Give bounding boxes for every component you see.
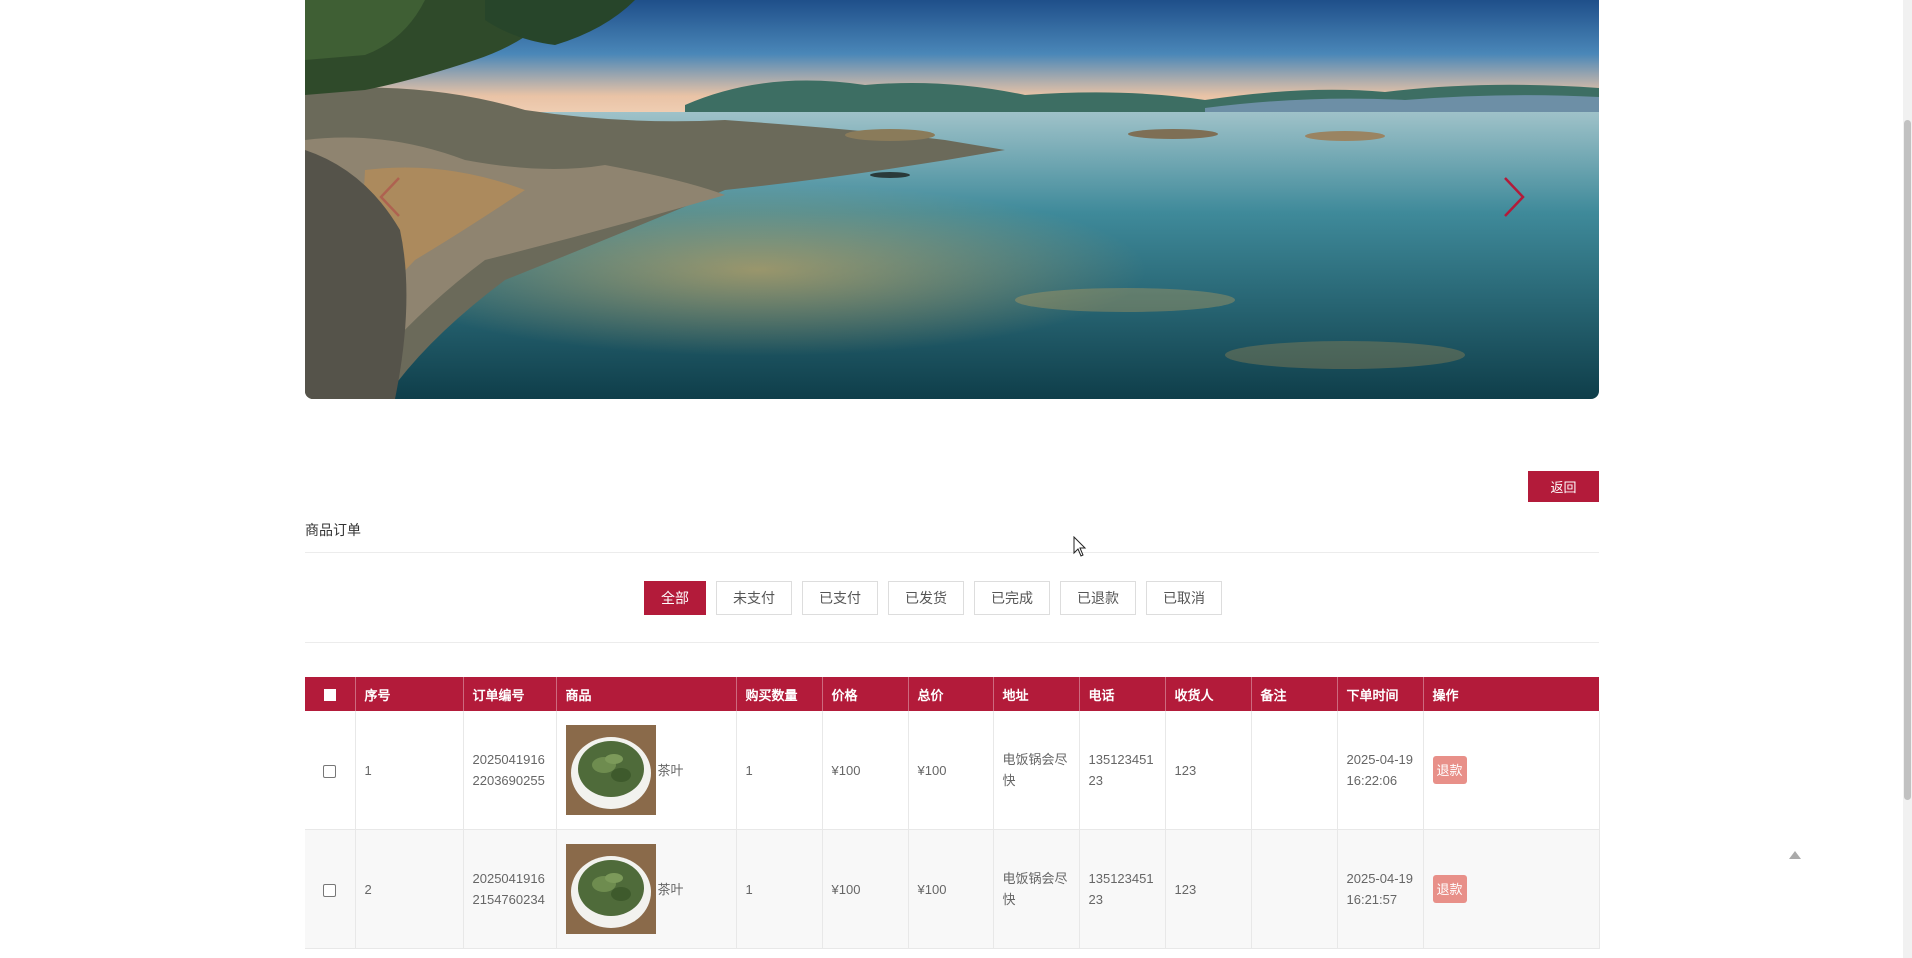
header-address: 地址 xyxy=(993,677,1080,711)
cell-total: ¥100 xyxy=(908,711,994,830)
carousel-banner xyxy=(305,0,1599,399)
section-title: 商品订单 xyxy=(305,522,361,538)
cell-order-no: 20250419162154760234 xyxy=(463,829,557,949)
product-name: 茶叶 xyxy=(657,881,684,897)
caret-up-icon xyxy=(1789,851,1801,859)
cell-address: 电饭锅会尽快 xyxy=(993,829,1080,949)
refund-button[interactable]: 退款 xyxy=(1432,756,1467,784)
cell-phone: 13512345123 xyxy=(1079,711,1166,830)
header-time: 下单时间 xyxy=(1337,677,1424,711)
tab-unpaid[interactable]: 未支付 xyxy=(716,581,792,615)
cell-receiver: 123 xyxy=(1165,711,1252,830)
cell-phone: 13512345123 xyxy=(1079,829,1166,949)
product-cell: 茶叶 xyxy=(565,844,727,934)
row-checkbox[interactable] xyxy=(305,829,356,949)
table-row: 1 20250419162203690255 茶叶 1 ¥100 ¥100 电饭… xyxy=(305,711,1600,830)
tab-all[interactable]: 全部 xyxy=(644,581,706,615)
cell-index: 2 xyxy=(355,829,464,949)
product-image xyxy=(565,844,656,934)
header-qty: 购买数量 xyxy=(736,677,823,711)
cell-price: ¥100 xyxy=(822,711,909,830)
product-image xyxy=(565,725,656,815)
cell-qty: 1 xyxy=(736,711,823,830)
cell-time: 2025-04-19 16:22:06 xyxy=(1337,711,1424,830)
cell-note xyxy=(1251,829,1338,949)
cell-receiver: 123 xyxy=(1165,829,1252,949)
cell-total: ¥100 xyxy=(908,829,994,949)
header-price: 价格 xyxy=(822,677,909,711)
banner-image xyxy=(305,0,1599,399)
back-to-top-button[interactable] xyxy=(1784,846,1806,864)
tabs-divider xyxy=(305,642,1599,643)
cell-index: 1 xyxy=(355,711,464,830)
back-button[interactable]: 返回 xyxy=(1528,471,1599,502)
header-phone: 电话 xyxy=(1079,677,1166,711)
header-product: 商品 xyxy=(556,677,737,711)
chevron-right-icon xyxy=(1504,177,1525,217)
row-checkbox[interactable] xyxy=(305,711,356,830)
header-action: 操作 xyxy=(1423,677,1600,711)
carousel-prev-button[interactable] xyxy=(370,172,410,222)
product-cell: 茶叶 xyxy=(565,725,727,815)
mouse-cursor-icon xyxy=(1073,536,1087,557)
table-header-row: 序号 订单编号 商品 购买数量 价格 总价 地址 电话 收货人 备注 下单时间 … xyxy=(305,677,1600,711)
header-total: 总价 xyxy=(908,677,994,711)
header-receiver: 收货人 xyxy=(1165,677,1252,711)
header-order-no: 订单编号 xyxy=(463,677,557,711)
cell-note xyxy=(1251,711,1338,830)
carousel-next-button[interactable] xyxy=(1494,172,1534,222)
product-name: 茶叶 xyxy=(657,762,684,778)
cell-price: ¥100 xyxy=(822,829,909,949)
cell-address: 电饭锅会尽快 xyxy=(993,711,1080,830)
tab-refunded[interactable]: 已退款 xyxy=(1060,581,1136,615)
header-note: 备注 xyxy=(1251,677,1338,711)
cell-time: 2025-04-19 16:21:57 xyxy=(1337,829,1424,949)
section-divider xyxy=(305,552,1599,553)
tab-shipped[interactable]: 已发货 xyxy=(888,581,964,615)
cell-qty: 1 xyxy=(736,829,823,949)
chevron-left-icon xyxy=(379,177,400,217)
cell-order-no: 20250419162203690255 xyxy=(463,711,557,830)
table-row: 2 20250419162154760234 茶叶 1 ¥100 ¥100 电饭… xyxy=(305,829,1600,949)
tab-completed[interactable]: 已完成 xyxy=(974,581,1050,615)
order-status-tabs: 全部 未支付 已支付 已发货 已完成 已退款 已取消 xyxy=(644,581,1222,615)
refund-button[interactable]: 退款 xyxy=(1432,875,1467,903)
page-scrollbar[interactable] xyxy=(1903,0,1912,958)
scrollbar-thumb[interactable] xyxy=(1904,120,1911,800)
header-index: 序号 xyxy=(355,677,464,711)
tab-cancelled[interactable]: 已取消 xyxy=(1146,581,1222,615)
tab-paid[interactable]: 已支付 xyxy=(802,581,878,615)
orders-table: 序号 订单编号 商品 购买数量 价格 总价 地址 电话 收货人 备注 下单时间 … xyxy=(305,677,1600,949)
select-all-checkbox[interactable] xyxy=(305,677,356,711)
